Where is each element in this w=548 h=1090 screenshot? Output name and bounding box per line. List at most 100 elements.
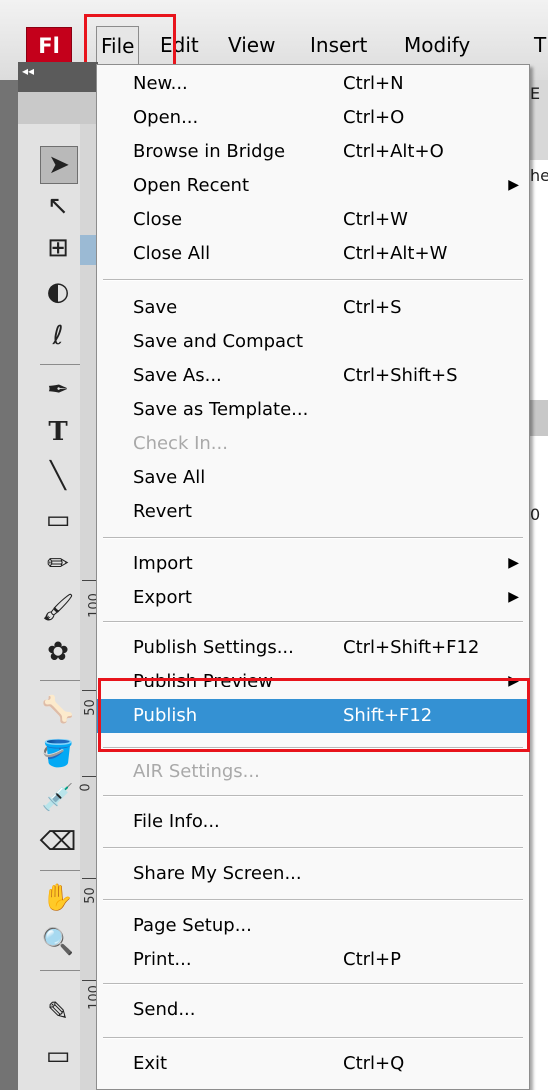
menu-item-shortcut: Ctrl+Alt+O xyxy=(343,141,444,162)
menu-item-publish-preview[interactable]: Publish Preview ▶ xyxy=(97,665,529,687)
menu-item-label: Share My Screen... xyxy=(133,863,302,884)
menu-item-label: Browse in Bridge xyxy=(133,141,286,162)
menu-item-label: Open... xyxy=(133,107,199,128)
menu-item-close[interactable]: Close Ctrl+W xyxy=(97,203,529,237)
pencil-tool-icon[interactable]: ✏ xyxy=(38,544,78,584)
menu-item-page-setup[interactable]: Page Setup... xyxy=(97,909,529,943)
paint-bucket-tool-icon[interactable]: 🪣 xyxy=(38,734,78,774)
menu-item-save-as-template[interactable]: Save as Template... xyxy=(97,393,529,427)
menu-separator xyxy=(103,621,523,623)
menu-item-shortcut: Ctrl+Shift+F12 xyxy=(343,637,480,658)
ruler-mark xyxy=(82,878,96,879)
menu-view[interactable]: View xyxy=(224,26,279,64)
line-tool-icon[interactable]: ╲ xyxy=(38,456,78,496)
menu-item-label: Save as Template... xyxy=(133,399,309,420)
menu-item-print[interactable]: Print... Ctrl+P xyxy=(97,943,529,977)
menu-item-label: Export xyxy=(133,587,192,608)
lasso-tool-icon[interactable]: ℓ xyxy=(38,316,78,356)
selection-tool-icon[interactable]: ➤ xyxy=(40,146,78,184)
menu-item-shortcut: Ctrl+N xyxy=(343,73,404,94)
menu-item-save-all[interactable]: Save All xyxy=(97,461,529,495)
menu-item-label: Publish Settings... xyxy=(133,637,294,658)
ruler-mark xyxy=(82,980,96,981)
menu-item-publish-settings[interactable]: Publish Settings... Ctrl+Shift+F12 xyxy=(97,631,529,665)
fill-color-icon[interactable]: ▭ xyxy=(38,1036,78,1076)
menu-separator xyxy=(103,1037,523,1039)
menu-item-shortcut: Ctrl+W xyxy=(343,209,408,230)
toolbox-strip xyxy=(18,92,98,125)
menu-item-file-info[interactable]: File Info... xyxy=(97,805,529,839)
submenu-arrow-icon: ▶ xyxy=(508,673,519,687)
menu-item-shortcut: Ctrl+Alt+W xyxy=(343,243,448,264)
subselection-tool-icon[interactable]: ↖ xyxy=(38,186,78,226)
menu-item-send[interactable]: Send... xyxy=(97,993,529,1027)
toolbox: ➤ ↖ ⊞ ◐ ℓ ✒ T ╲ ▭ ✏ 🖌 ✿ 🦴 🪣 💉 ⌫ ✋ 🔍 ✎ ▭ xyxy=(18,124,94,1090)
menu-item-label: Exit xyxy=(133,1053,168,1074)
menu-truncated[interactable]: T xyxy=(530,26,548,64)
menu-item-new[interactable]: New... Ctrl+N xyxy=(97,67,529,101)
deco-tool-icon[interactable]: ✿ xyxy=(38,632,78,672)
menu-item-label: Print... xyxy=(133,949,192,970)
text-tool-icon[interactable]: T xyxy=(38,412,78,452)
menu-item-save-as[interactable]: Save As... Ctrl+Shift+S xyxy=(97,359,529,393)
ruler-mark xyxy=(82,690,96,691)
menu-item-open-recent[interactable]: Open Recent ▶ xyxy=(97,169,529,203)
menu-item-save[interactable]: Save Ctrl+S xyxy=(97,291,529,325)
menu-item-check-in: Check In... xyxy=(97,427,529,461)
menu-file[interactable]: File xyxy=(96,26,140,66)
menu-separator xyxy=(103,847,523,849)
menu-separator xyxy=(103,795,523,797)
bone-tool-icon[interactable]: 🦴 xyxy=(38,690,78,730)
menu-item-exit[interactable]: Exit Ctrl+Q xyxy=(97,1047,529,1081)
menu-item-label: Save xyxy=(133,297,178,318)
menu-item-share-my-screen[interactable]: Share My Screen... xyxy=(97,857,529,891)
menu-item-label: Save All xyxy=(133,467,206,488)
menu-item-shortcut: Ctrl+O xyxy=(343,107,405,128)
menu-item-label: Close xyxy=(133,209,183,230)
menu-separator xyxy=(103,537,523,539)
menu-item-browse-in-bridge[interactable]: Browse in Bridge Ctrl+Alt+O xyxy=(97,135,529,169)
eyedropper-tool-icon[interactable]: 💉 xyxy=(38,778,78,818)
menu-item-close-all[interactable]: Close All Ctrl+Alt+W xyxy=(97,237,529,271)
menu-item-shortcut: Shift+F12 xyxy=(343,705,433,726)
menu-item-label: Publish Preview xyxy=(133,671,273,687)
menu-insert[interactable]: Insert xyxy=(306,26,371,64)
pen-tool-icon[interactable]: ✒ xyxy=(38,370,78,410)
menu-item-shortcut: Ctrl+Shift+S xyxy=(343,365,458,386)
menu-item-label: Check In... xyxy=(133,433,228,454)
right-panel-text: he xyxy=(530,166,548,185)
submenu-arrow-icon: ▶ xyxy=(508,589,519,605)
menu-item-label: Close All xyxy=(133,243,211,264)
menu-item-shortcut: Ctrl+P xyxy=(343,949,401,970)
hand-tool-icon[interactable]: ✋ xyxy=(38,878,78,918)
ruler-mark xyxy=(82,776,96,777)
menu-item-label: AIR Settings... xyxy=(133,761,260,782)
free-transform-tool-icon[interactable]: ⊞ xyxy=(38,228,78,268)
right-panel-text: 0 xyxy=(530,505,541,524)
menu-item-label: Save As... xyxy=(133,365,222,386)
menu-item-label: New... xyxy=(133,73,188,94)
menu-modify[interactable]: Modify xyxy=(400,26,474,64)
menu-item-label: Save and Compact xyxy=(133,331,304,352)
collapse-arrows-icon[interactable]: ◂◂ xyxy=(22,64,34,78)
brush-tool-icon[interactable]: 🖌 xyxy=(38,588,78,628)
menu-item-import[interactable]: Import ▶ xyxy=(97,547,529,581)
menu-item-export[interactable]: Export ▶ xyxy=(97,581,529,615)
menu-item-label: Page Setup... xyxy=(133,915,252,936)
zoom-tool-icon[interactable]: 🔍 xyxy=(38,922,78,962)
3d-rotation-tool-icon[interactable]: ◐ xyxy=(38,272,78,312)
menu-item-revert[interactable]: Revert xyxy=(97,495,529,529)
menu-item-open[interactable]: Open... Ctrl+O xyxy=(97,101,529,135)
submenu-arrow-icon: ▶ xyxy=(508,555,519,571)
rectangle-tool-icon[interactable]: ▭ xyxy=(38,500,78,540)
eraser-tool-icon[interactable]: ⌫ xyxy=(38,822,78,862)
menu-edit[interactable]: Edit xyxy=(156,26,203,64)
stroke-color-icon[interactable]: ✎ xyxy=(38,992,78,1032)
menu-item-label: Import xyxy=(133,553,193,574)
menu-separator xyxy=(103,983,523,985)
menu-item-save-and-compact[interactable]: Save and Compact xyxy=(97,325,529,359)
menu-item-label: Publish xyxy=(133,705,198,726)
menu-item-publish[interactable]: Publish Shift+F12 xyxy=(97,699,529,733)
menu-item-label: Send... xyxy=(133,999,196,1020)
left-panel-border xyxy=(0,80,18,1090)
